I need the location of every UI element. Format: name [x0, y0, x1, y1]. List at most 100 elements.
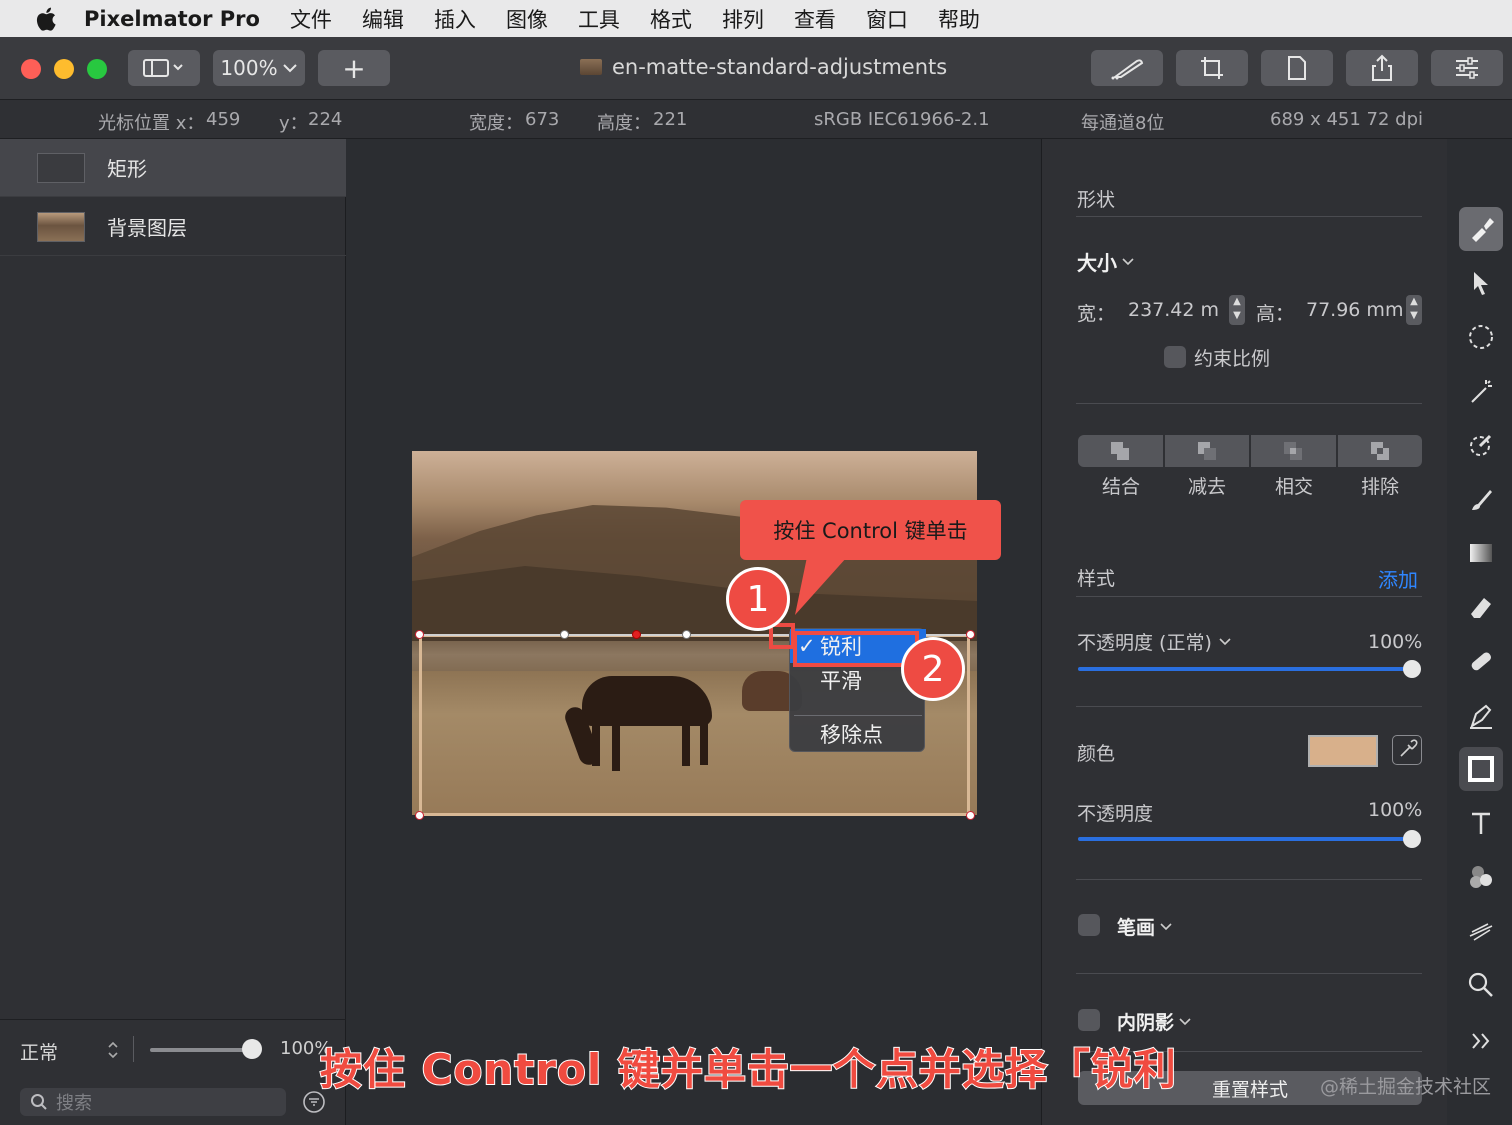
layer-row[interactable]: 背景图层: [0, 198, 346, 256]
minimize-window-button[interactable]: [54, 59, 74, 79]
shape-handle[interactable]: [632, 630, 641, 639]
menu-item-label: 平滑: [820, 669, 862, 693]
layer-opacity-knob[interactable]: [242, 1039, 262, 1059]
app-name-menu[interactable]: Pixelmator Pro: [84, 7, 260, 31]
intersect-label: 相交: [1275, 476, 1314, 498]
menu-help[interactable]: 帮助: [938, 4, 980, 34]
fill-color-well[interactable]: [1308, 735, 1378, 767]
menu-edit[interactable]: 编辑: [362, 4, 404, 34]
height-label: 高度：: [597, 113, 651, 134]
menu-format[interactable]: 格式: [650, 4, 692, 34]
shape-handle[interactable]: [682, 630, 691, 639]
document-button[interactable]: [1261, 50, 1333, 86]
adjustments-button[interactable]: [1431, 50, 1503, 86]
retouch-tool[interactable]: [1459, 639, 1503, 683]
more-tools-button[interactable]: [1459, 1019, 1503, 1063]
add-button[interactable]: +: [318, 50, 390, 86]
shape-handle[interactable]: [966, 630, 975, 639]
sparkle-icon: [1469, 923, 1493, 941]
share-icon: [1372, 54, 1392, 81]
menu-separator: [794, 715, 922, 716]
menu-insert[interactable]: 插入: [434, 4, 476, 34]
inner-shadow-checkbox[interactable]: [1078, 1009, 1100, 1031]
chevron-down-icon: [1219, 637, 1231, 645]
stroke-disclosure[interactable]: 笔画: [1117, 913, 1173, 940]
stroke-checkbox[interactable]: [1078, 914, 1100, 936]
inner-shadow-disclosure[interactable]: 内阴影: [1117, 1008, 1192, 1035]
add-style-button[interactable]: 添加: [1378, 564, 1418, 593]
constrain-checkbox[interactable]: [1164, 346, 1186, 368]
zoom-dropdown[interactable]: 100%: [213, 50, 305, 86]
exclude-icon: [1370, 442, 1389, 460]
gradient-icon: [1470, 544, 1492, 562]
height-stepper[interactable]: ▲ ▼: [1406, 295, 1422, 325]
shape-handle[interactable]: [560, 630, 569, 639]
menu-tools[interactable]: 工具: [578, 4, 620, 34]
shape-handle[interactable]: [966, 811, 975, 820]
divider: [1076, 596, 1422, 597]
sidebar-toggle-button[interactable]: [128, 50, 200, 86]
opacity-normal-knob[interactable]: [1403, 660, 1421, 678]
intersect-button[interactable]: [1251, 435, 1336, 467]
share-button[interactable]: [1346, 50, 1418, 86]
close-window-button[interactable]: [21, 59, 41, 79]
layer-row[interactable]: 矩形: [0, 139, 346, 197]
shape-section-title: 形状: [1077, 189, 1116, 211]
distort-tool[interactable]: [1459, 909, 1503, 953]
effects-tool[interactable]: [1459, 855, 1503, 899]
menu-view[interactable]: 查看: [794, 4, 836, 34]
combine-button[interactable]: [1078, 435, 1163, 467]
divider: [1076, 879, 1422, 880]
exclude-button[interactable]: [1337, 435, 1422, 467]
shape-handle[interactable]: [415, 811, 424, 820]
menu-item-remove-point[interactable]: 移除点: [790, 717, 926, 751]
pen-tool[interactable]: [1459, 693, 1503, 737]
erase-tool[interactable]: [1459, 585, 1503, 629]
paint-tool[interactable]: [1459, 477, 1503, 521]
width-field[interactable]: 237.42 mı: [1128, 299, 1220, 321]
color-adjust-tool[interactable]: [1459, 423, 1503, 467]
layer-thumbnail: [37, 152, 85, 183]
bandage-icon: [1471, 652, 1492, 671]
type-tool[interactable]: [1459, 801, 1503, 845]
size-label: 大小: [1077, 251, 1117, 275]
apple-icon[interactable]: [32, 4, 62, 34]
zoom-tool[interactable]: [1459, 963, 1503, 1007]
color-profile: sRGB IEC61966-2.1: [814, 109, 990, 130]
height-field[interactable]: 77.96 mm: [1306, 299, 1403, 321]
select-tool[interactable]: [1459, 315, 1503, 359]
cursor-y-value: 224: [308, 109, 343, 130]
menu-window[interactable]: 窗口: [866, 4, 908, 34]
combine-label: 结合: [1102, 476, 1141, 498]
opacity-blend-disclosure[interactable]: 不透明度 (正常): [1077, 628, 1232, 655]
arrange-tool[interactable]: [1459, 261, 1503, 305]
subtract-button[interactable]: [1164, 435, 1249, 467]
eyedropper-button[interactable]: [1392, 735, 1422, 765]
menu-arrange[interactable]: 排列: [722, 4, 764, 34]
inner-shadow-label: 内阴影: [1117, 1012, 1175, 1034]
zoom-window-button[interactable]: [87, 59, 107, 79]
shape-tool[interactable]: [1459, 747, 1503, 791]
pointer-arrow-icon: [1474, 272, 1488, 295]
updown-chevron-icon[interactable]: [106, 1040, 120, 1060]
magic-select-tool[interactable]: [1459, 369, 1503, 413]
shape-handle[interactable]: [415, 630, 424, 639]
style-tool[interactable]: [1459, 207, 1503, 251]
opacity-slider[interactable]: [1078, 837, 1412, 841]
document-title: en-matte-standard-adjustments: [580, 55, 947, 79]
layers-search-input[interactable]: 搜索: [20, 1088, 286, 1116]
size-disclosure[interactable]: 大小: [1077, 247, 1135, 276]
opacity-normal-slider[interactable]: [1078, 667, 1412, 671]
canvas-area[interactable]: ✓ 锐利 平滑 移除点 按住 Control 键单击 1 2: [347, 139, 1041, 1125]
markup-button[interactable]: [1091, 50, 1163, 86]
opacity-knob[interactable]: [1403, 830, 1421, 848]
info-bar: 光标位置 x： 459 y： 224 宽度： 673 高度： 221 sRGB …: [0, 100, 1512, 139]
divider: [133, 1036, 134, 1062]
width-stepper[interactable]: ▲ ▼: [1229, 295, 1245, 325]
crop-button[interactable]: [1176, 50, 1248, 86]
layer-opacity-slider[interactable]: [150, 1048, 252, 1052]
blend-mode-select[interactable]: 正常: [20, 1038, 58, 1065]
gradient-tool[interactable]: [1459, 531, 1503, 575]
menu-image[interactable]: 图像: [506, 4, 548, 34]
menu-file[interactable]: 文件: [290, 4, 332, 34]
